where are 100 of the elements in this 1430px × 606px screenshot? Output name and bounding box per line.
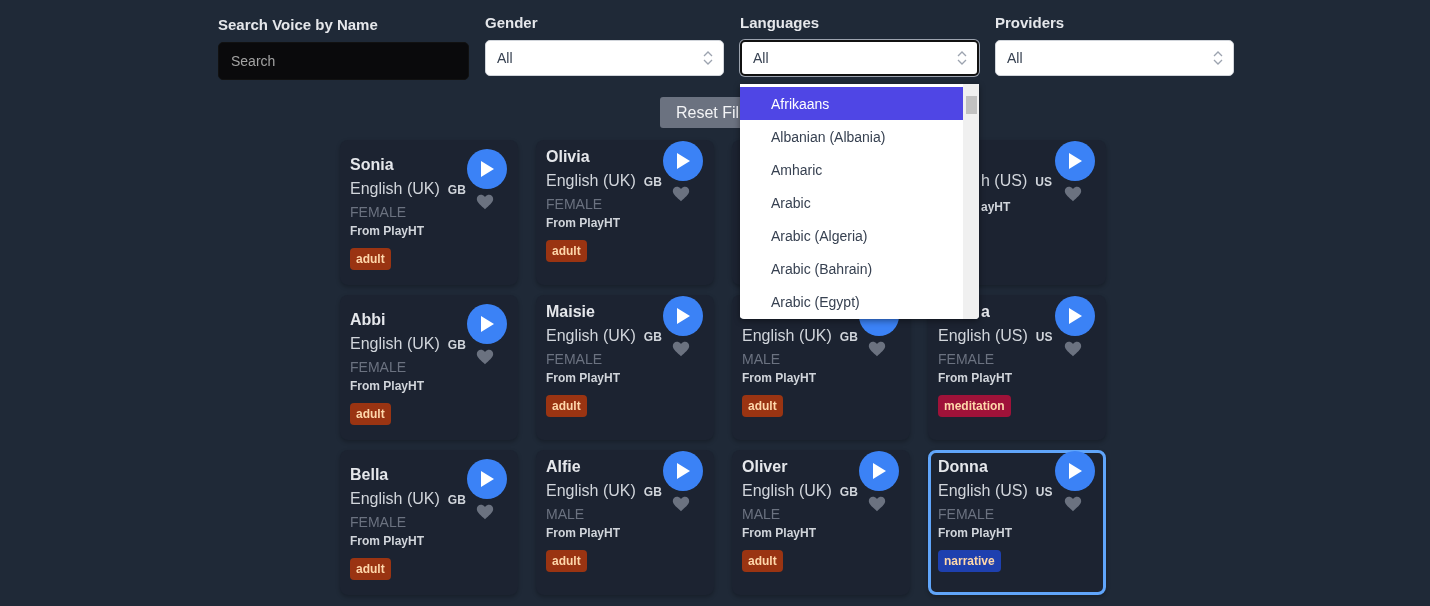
voice-language: English (US): [938, 482, 1028, 500]
voice-language: English (UK): [546, 482, 636, 500]
filter-label: Search Voice by Name: [218, 16, 379, 34]
chevron-icon: [957, 50, 967, 66]
voice-card[interactable]: a English (US) US FEMALE From PlayHT meditation: [928, 295, 1106, 440]
voice-language: English (UK): [546, 327, 636, 345]
voice-card[interactable]: Sonia English (UK) GB FEMALE From PlayHT adult: [340, 140, 518, 285]
heart-icon[interactable]: [475, 502, 495, 520]
heart-icon[interactable]: [867, 494, 887, 512]
play-button[interactable]: [663, 451, 703, 491]
play-button[interactable]: [663, 141, 703, 181]
voice-tag: adult: [350, 403, 391, 425]
filter-label: Languages: [740, 14, 821, 32]
heart-icon[interactable]: [671, 184, 691, 202]
voice-source: From PlayHT: [546, 216, 620, 230]
voice-name: Alfie: [546, 458, 581, 477]
voice-gender: FEMALE: [546, 351, 603, 367]
heart-icon[interactable]: [475, 347, 495, 365]
heart-icon[interactable]: [671, 494, 691, 512]
play-button[interactable]: [467, 459, 507, 499]
voice-gender: MALE: [742, 351, 782, 367]
voice-gender: FEMALE: [938, 351, 995, 367]
voice-card[interactable]: Oliver English (UK) GB MALE From PlayHT adult: [732, 450, 910, 595]
heart-icon[interactable]: [475, 192, 495, 210]
voice-language: English (UK): [350, 490, 440, 508]
scrollbar[interactable]: [963, 84, 979, 319]
voice-tag: adult: [742, 395, 783, 417]
heart-icon[interactable]: [1063, 184, 1083, 202]
voice-language: English (US): [938, 327, 1028, 345]
voice-gender: FEMALE: [350, 204, 407, 220]
play-button[interactable]: [467, 149, 507, 189]
play-icon: [480, 471, 494, 487]
filter-label: Gender: [485, 14, 539, 32]
voice-language: English (UK): [742, 482, 832, 500]
voice-name: Donna: [938, 458, 988, 477]
country-code: GB: [643, 330, 662, 344]
voice-card[interactable]: Alfie English (UK) GB MALE From PlayHT adult: [536, 450, 714, 595]
voice-source: From PlayHT: [938, 371, 1012, 385]
country-code: GB: [643, 175, 662, 189]
voice-source: From PlayHT: [350, 534, 424, 548]
voice-name: Olivia: [546, 148, 590, 167]
voice-card[interactable]: Maisie English (UK) GB FEMALE From PlayHT adult: [536, 295, 714, 440]
voice-name: Maisie: [546, 303, 595, 322]
heart-icon[interactable]: [1063, 339, 1083, 357]
chevron-icon: [1213, 50, 1223, 66]
voice-source: From PlayHT: [546, 526, 620, 540]
country-code: GB: [643, 485, 662, 499]
heart-icon[interactable]: [867, 339, 887, 357]
search-field[interactable]: Search: [218, 42, 469, 80]
play-icon: [676, 308, 690, 324]
voice-gender: FEMALE: [350, 514, 407, 530]
select-field[interactable]: All: [995, 40, 1234, 76]
voice-language: English (UK): [350, 335, 440, 353]
voice-source: ayHT: [981, 200, 1011, 214]
voice-gender: FEMALE: [938, 506, 995, 522]
voice-tag: meditation: [938, 395, 1011, 417]
voice-tag: adult: [546, 550, 587, 572]
play-icon: [676, 463, 690, 479]
voice-source: From PlayHT: [938, 526, 1012, 540]
voice-gender: FEMALE: [546, 196, 603, 212]
filter-label: Providers: [995, 14, 1066, 32]
voice-name: a: [981, 303, 990, 322]
heart-icon[interactable]: [1063, 494, 1083, 512]
chevron-icon: [703, 50, 713, 66]
voice-source: From PlayHT: [350, 379, 424, 393]
play-button[interactable]: [663, 296, 703, 336]
dropdown-option[interactable]: Afrikaans: [740, 87, 963, 120]
voice-name: Oliver: [742, 458, 788, 477]
voice-card[interactable]: Bella English (UK) GB FEMALE From PlayHT adult: [340, 450, 518, 595]
country-code: GB: [447, 338, 466, 352]
voice-card[interactable]: Abbi English (UK) GB FEMALE From PlayHT adult: [340, 295, 518, 440]
voice-name: Sonia: [350, 156, 394, 175]
select-field[interactable]: All: [485, 40, 724, 76]
voice-gender: FEMALE: [350, 359, 407, 375]
voice-language: h (US): [981, 172, 1028, 190]
play-icon: [480, 161, 494, 177]
play-icon: [872, 463, 886, 479]
voice-card[interactable]: Donna English (US) US FEMALE From PlayHT narrative: [928, 450, 1106, 595]
play-button[interactable]: [859, 451, 899, 491]
select-field[interactable]: All: [740, 40, 979, 76]
play-button[interactable]: [1055, 141, 1095, 181]
voice-source: From PlayHT: [742, 526, 816, 540]
voice-tag: adult: [350, 558, 391, 580]
heart-icon[interactable]: [671, 339, 691, 357]
voice-language: English (UK): [742, 327, 832, 345]
voice-gender: MALE: [742, 506, 782, 522]
voice-name: Abbi: [350, 311, 386, 330]
voice-card[interactable]: Olivia English (UK) GB FEMALE From PlayHT adult: [536, 140, 714, 285]
voice-tag: narrative: [938, 550, 1001, 572]
voice-gender: MALE: [546, 506, 586, 522]
play-button[interactable]: [1055, 451, 1095, 491]
country-code: US: [1035, 485, 1053, 499]
play-icon: [676, 153, 690, 169]
voice-tag: adult: [546, 395, 587, 417]
country-code: GB: [839, 485, 858, 499]
voice-source: From PlayHT: [742, 371, 816, 385]
play-button[interactable]: [467, 304, 507, 344]
play-button[interactable]: [1055, 296, 1095, 336]
country-code: US: [1035, 330, 1053, 344]
voice-tag: adult: [742, 550, 783, 572]
